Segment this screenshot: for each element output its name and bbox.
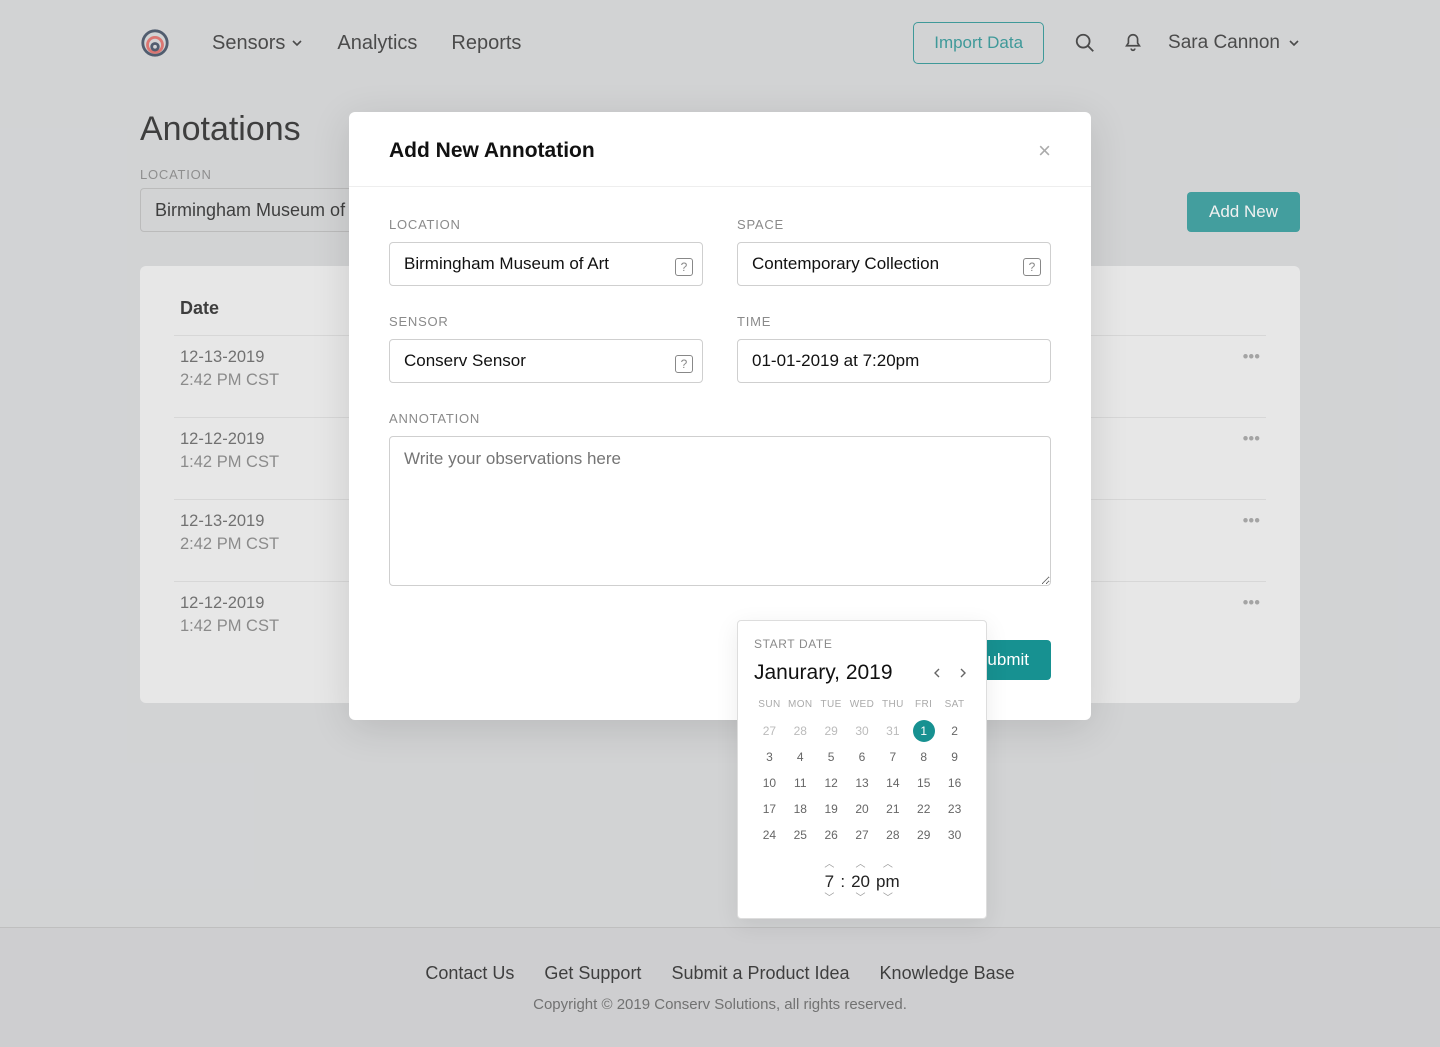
datepicker-dow: FRI (908, 699, 939, 716)
hour-down[interactable]: ﹀ (824, 894, 834, 904)
datepicker-prev[interactable] (930, 665, 946, 681)
datepicker-day[interactable]: 17 (754, 798, 785, 820)
datepicker-day[interactable]: 18 (785, 798, 816, 820)
datepicker-day[interactable]: 27 (847, 824, 878, 846)
datepicker-day[interactable]: 27 (754, 720, 785, 742)
hour-up[interactable]: ︿ (824, 860, 834, 870)
datepicker-popover: START DATE Janurary, 2019 SUNMONTUEWEDTH… (737, 620, 987, 919)
modal-sensor-input[interactable] (389, 339, 703, 383)
datepicker-day[interactable]: 23 (939, 798, 970, 820)
datepicker-dow: SUN (754, 699, 785, 716)
modal-location-label: LOCATION (389, 217, 703, 232)
datepicker-day[interactable]: 1 (913, 720, 935, 742)
datepicker-minute: 20 (851, 872, 870, 892)
modal-space-input[interactable] (737, 242, 1051, 286)
datepicker-day[interactable]: 4 (785, 746, 816, 768)
datepicker-dow: WED (847, 699, 878, 716)
datepicker-day[interactable]: 14 (877, 772, 908, 794)
modal-space-label: SPACE (737, 217, 1051, 232)
datepicker-dow: SAT (939, 699, 970, 716)
datepicker-day[interactable]: 19 (816, 798, 847, 820)
datepicker-day[interactable]: 7 (877, 746, 908, 768)
modal-time-input[interactable] (737, 339, 1051, 383)
datepicker-day[interactable]: 6 (847, 746, 878, 768)
datepicker-day[interactable]: 16 (939, 772, 970, 794)
datepicker-day[interactable]: 28 (877, 824, 908, 846)
datepicker-dow: TUE (816, 699, 847, 716)
modal-time-label: TIME (737, 314, 1051, 329)
ampm-up[interactable]: ︿ (883, 860, 893, 870)
datepicker-day[interactable]: 9 (939, 746, 970, 768)
modal-annotation-label: ANNOTATION (389, 411, 1051, 426)
datepicker-day[interactable]: 30 (847, 720, 878, 742)
datepicker-day[interactable]: 30 (939, 824, 970, 846)
help-icon[interactable]: ? (675, 258, 693, 276)
modal-sensor-label: SENSOR (389, 314, 703, 329)
datepicker-day[interactable]: 5 (816, 746, 847, 768)
modal-title: Add New Annotation (389, 139, 595, 163)
datepicker-day[interactable]: 21 (877, 798, 908, 820)
close-icon[interactable]: × (1038, 138, 1051, 164)
datepicker-day[interactable]: 15 (908, 772, 939, 794)
ampm-down[interactable]: ﹀ (883, 894, 893, 904)
datepicker-day[interactable]: 11 (785, 772, 816, 794)
datepicker-day[interactable]: 29 (908, 824, 939, 846)
datepicker-day[interactable]: 29 (816, 720, 847, 742)
datepicker-day[interactable]: 28 (785, 720, 816, 742)
datepicker-day[interactable]: 10 (754, 772, 785, 794)
datepicker-day[interactable]: 26 (816, 824, 847, 846)
datepicker-next[interactable] (954, 665, 970, 681)
datepicker-day[interactable]: 2 (939, 720, 970, 742)
datepicker-day[interactable]: 8 (908, 746, 939, 768)
help-icon[interactable]: ? (1023, 258, 1041, 276)
datepicker-day[interactable]: 24 (754, 824, 785, 846)
datepicker-dow: MON (785, 699, 816, 716)
modal-backdrop: Add New Annotation × LOCATION ? SPACE ? … (0, 0, 1440, 1047)
datepicker-day[interactable]: 22 (908, 798, 939, 820)
datepicker-day[interactable]: 20 (847, 798, 878, 820)
add-annotation-modal: Add New Annotation × LOCATION ? SPACE ? … (349, 112, 1091, 720)
datepicker-day[interactable]: 31 (877, 720, 908, 742)
datepicker-day[interactable]: 3 (754, 746, 785, 768)
datepicker-ampm: pm (876, 872, 900, 892)
datepicker-hour: 7 (825, 872, 834, 892)
datepicker-month: Janurary, 2019 (754, 661, 922, 685)
minute-up[interactable]: ︿ (856, 860, 866, 870)
datepicker-start-label: START DATE (754, 637, 970, 651)
modal-annotation-textarea[interactable] (389, 436, 1051, 586)
datepicker-day[interactable]: 25 (785, 824, 816, 846)
help-icon[interactable]: ? (675, 355, 693, 373)
modal-location-input[interactable] (389, 242, 703, 286)
datepicker-day[interactable]: 12 (816, 772, 847, 794)
datepicker-day[interactable]: 13 (847, 772, 878, 794)
datepicker-dow: THU (877, 699, 908, 716)
minute-down[interactable]: ﹀ (856, 894, 866, 904)
